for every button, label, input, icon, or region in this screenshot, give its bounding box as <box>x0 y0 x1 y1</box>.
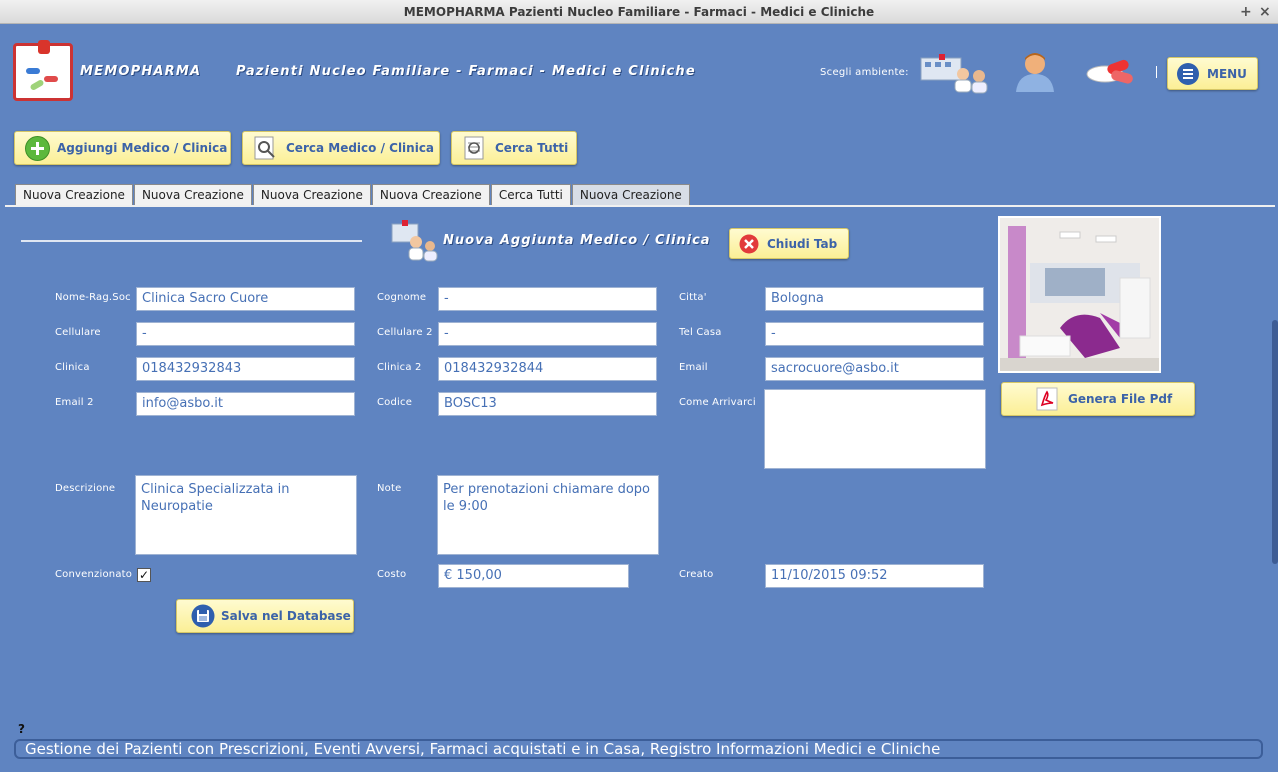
email-field[interactable]: sacrocuore@asbo.it <box>765 357 984 381</box>
nome-field[interactable]: Clinica Sacro Cuore <box>136 287 355 311</box>
doctors-clinic-icon[interactable] <box>917 52 993 94</box>
clinica2-phone-field[interactable]: 018432932844 <box>438 357 657 381</box>
window-titlebar: MEMOPHARMA Pazienti Nucleo Familiare - F… <box>0 0 1278 24</box>
convenzionato-checkbox[interactable]: ✓ <box>137 568 151 582</box>
clinic-interior-image <box>1000 218 1159 371</box>
tab-new-4[interactable]: Nuova Creazione <box>371 184 490 205</box>
status-bar: Gestione dei Pazienti con Prescrizioni, … <box>14 739 1263 759</box>
tab-new-active[interactable]: Nuova Creazione <box>571 184 690 205</box>
tab-new-1[interactable]: Nuova Creazione <box>15 184 133 205</box>
tel-casa-field[interactable]: - <box>765 322 984 346</box>
help-icon[interactable]: ? <box>18 722 25 736</box>
note-textarea[interactable]: Per prenotazioni chiamare dopo le 9:00 <box>437 475 659 555</box>
citta-field[interactable]: Bologna <box>765 287 984 311</box>
search-all-button[interactable]: Cerca Tutti <box>451 131 577 165</box>
clinic-photo <box>998 216 1161 373</box>
generate-pdf-label: Genera File Pdf <box>1068 392 1173 406</box>
label-convenzionato: Convenzionato <box>55 569 133 580</box>
label-email2: Email 2 <box>55 397 94 408</box>
doctors-clinic-icon <box>391 220 438 262</box>
save-database-button[interactable]: Salva nel Database <box>176 599 354 633</box>
label-clinica: Clinica <box>55 362 90 373</box>
save-disk-icon <box>191 604 215 628</box>
tab-new-3[interactable]: Nuova Creazione <box>252 184 371 205</box>
plus-icon <box>25 135 50 161</box>
search-all-label: Cerca Tutti <box>495 141 569 155</box>
add-doctor-clinic-label: Aggiungi Medico / Clinica <box>57 141 228 155</box>
tab-underline <box>5 205 1275 207</box>
close-icon[interactable]: × <box>1259 0 1271 24</box>
email2-field[interactable]: info@asbo.it <box>136 392 355 416</box>
label-cellulare: Cellulare <box>55 327 101 338</box>
patient-icon[interactable] <box>1010 50 1060 92</box>
app-name: MEMOPHARMA <box>80 64 202 79</box>
tab-search-all[interactable]: Cerca Tutti <box>490 184 571 205</box>
search-list-icon <box>464 136 484 160</box>
label-note: Note <box>377 483 402 494</box>
cellulare-field[interactable]: - <box>136 322 355 346</box>
label-codice: Codice <box>377 397 413 408</box>
maximize-icon[interactable]: + <box>1240 0 1252 24</box>
label-clinica2: Clinica 2 <box>377 362 422 373</box>
env-label: Scegli ambiente: <box>820 67 909 78</box>
header-separator <box>1156 66 1157 78</box>
generate-pdf-button[interactable]: Genera File Pdf <box>1001 382 1195 416</box>
label-citta: Citta' <box>679 292 707 303</box>
form-title: Nuova Aggiunta Medico / Clinica <box>443 233 711 248</box>
cellulare2-field[interactable]: - <box>438 322 657 346</box>
codice-field[interactable]: BOSC13 <box>438 392 657 416</box>
form-divider <box>21 240 362 242</box>
label-costo: Costo <box>377 569 407 580</box>
creato-field[interactable]: 11/10/2015 09:52 <box>765 564 984 588</box>
app-subtitle: Pazienti Nucleo Familiare - Farmaci - Me… <box>236 64 696 79</box>
clinica-phone-field[interactable]: 018432932843 <box>136 357 355 381</box>
label-creato: Creato <box>679 569 714 580</box>
search-doctor-clinic-label: Cerca Medico / Clinica <box>286 141 435 155</box>
come-arrivarci-textarea[interactable] <box>764 389 986 469</box>
menu-label: MENU <box>1207 66 1247 81</box>
tab-new-2[interactable]: Nuova Creazione <box>133 184 252 205</box>
vertical-scrollbar[interactable] <box>1272 320 1278 564</box>
close-tab-button[interactable]: Chiudi Tab <box>729 228 849 259</box>
save-database-label: Salva nel Database <box>221 609 351 623</box>
close-circle-icon <box>739 234 759 253</box>
label-nome: Nome-Rag.Soc <box>55 292 131 303</box>
menu-button[interactable]: MENU <box>1167 57 1258 90</box>
add-doctor-clinic-button[interactable]: Aggiungi Medico / Clinica <box>14 131 231 165</box>
tab-bar: Nuova Creazione Nuova Creazione Nuova Cr… <box>15 184 691 206</box>
descrizione-textarea[interactable]: Clinica Specializzata in Neuropatie <box>135 475 357 555</box>
search-document-icon <box>254 136 275 160</box>
window-title: MEMOPHARMA Pazienti Nucleo Familiare - F… <box>403 5 875 19</box>
label-cognome: Cognome <box>377 292 427 303</box>
label-descrizione: Descrizione <box>55 483 116 494</box>
search-doctor-clinic-button[interactable]: Cerca Medico / Clinica <box>242 131 440 165</box>
cognome-field[interactable]: - <box>438 287 657 311</box>
costo-field[interactable]: € 150,00 <box>438 564 629 588</box>
label-tel-casa: Tel Casa <box>679 327 722 338</box>
close-tab-label: Chiudi Tab <box>767 236 838 251</box>
label-cellulare2: Cellulare 2 <box>377 327 433 338</box>
pdf-icon <box>1036 387 1058 411</box>
app-logo-icon <box>13 40 73 101</box>
pills-icon[interactable] <box>1083 56 1139 88</box>
label-email: Email <box>679 362 708 373</box>
hamburger-menu-icon <box>1177 62 1199 85</box>
label-come-arrivarci: Come Arrivarci <box>679 397 756 408</box>
